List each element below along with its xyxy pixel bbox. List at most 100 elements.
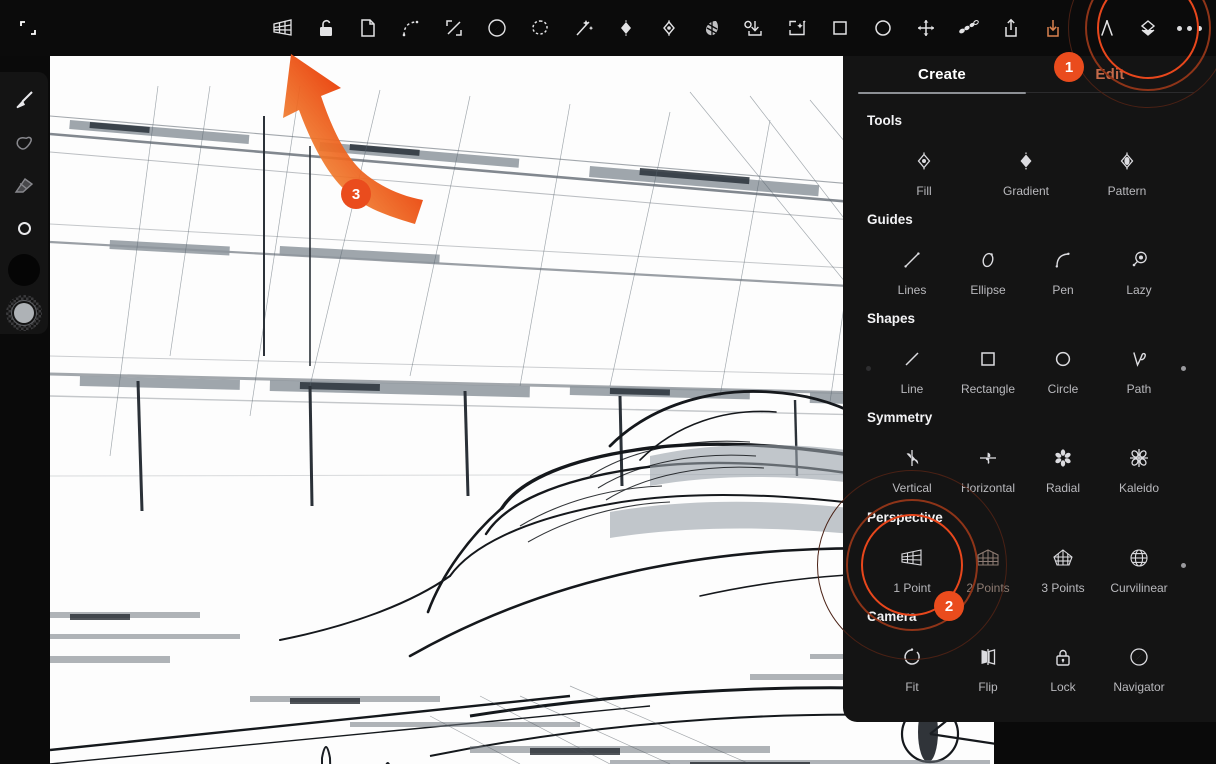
- brush-size[interactable]: [0, 207, 48, 249]
- symmetry-radial-icon: [1025, 443, 1101, 473]
- smudge-tool[interactable]: [0, 122, 48, 164]
- section-title-guides: Guides: [867, 212, 913, 227]
- shape-circle-label: Circle: [1025, 382, 1101, 396]
- camera-navigator-label: Navigator: [1101, 680, 1177, 694]
- camera-flip-icon: [950, 642, 1026, 672]
- curve-icon[interactable]: [391, 8, 431, 48]
- tab-create[interactable]: Create: [858, 66, 1026, 83]
- transform-icon[interactable]: [434, 8, 474, 48]
- camera-flip[interactable]: Flip: [950, 642, 1026, 694]
- unlock-icon[interactable]: [306, 8, 346, 48]
- tab-inactive-underline: [1026, 92, 1194, 93]
- perspective-1point-label: 1 Point: [874, 581, 950, 595]
- perspective-curvilinear[interactable]: Curvilinear: [1101, 543, 1177, 595]
- color-swatch-black[interactable]: [0, 249, 48, 291]
- brush-tool[interactable]: [0, 80, 48, 122]
- tab-edit[interactable]: Edit: [1026, 66, 1194, 83]
- guide-lazy-label: Lazy: [1101, 283, 1177, 297]
- opacity-swatch[interactable]: [0, 292, 48, 334]
- perspective-2points-icon: [950, 543, 1026, 573]
- pen-guide-icon: [1025, 245, 1101, 275]
- camera-fit[interactable]: Fit: [874, 642, 950, 694]
- camera-fit-label: Fit: [874, 680, 950, 694]
- tool-fill-label: Fill: [886, 184, 962, 198]
- section-title-shapes: Shapes: [867, 311, 915, 326]
- section-title-camera: Camera: [867, 609, 917, 624]
- symmetry-icon[interactable]: [948, 8, 988, 48]
- step-badge-1: 1: [1054, 52, 1084, 82]
- fill-icon[interactable]: [649, 8, 689, 48]
- shape-circle[interactable]: Circle: [1025, 344, 1101, 396]
- camera-lock-label: Lock: [1025, 680, 1101, 694]
- eraser-tool[interactable]: [0, 165, 48, 207]
- left-tool-rail: [0, 72, 48, 334]
- camera-navigator[interactable]: Navigator: [1101, 642, 1177, 694]
- collapse-fullscreen-icon[interactable]: [8, 8, 48, 48]
- step-badge-3: 3: [341, 179, 371, 209]
- gradient-icon: [988, 146, 1064, 176]
- shape-rectangle[interactable]: Rectangle: [950, 344, 1026, 396]
- guide-pen[interactable]: Pen: [1025, 245, 1101, 297]
- fill-icon: [886, 146, 962, 176]
- guide-lines[interactable]: Lines: [874, 245, 950, 297]
- perspective-2points[interactable]: 2 Points: [950, 543, 1026, 595]
- tool-gradient-label: Gradient: [988, 184, 1064, 198]
- symmetry-horizontal[interactable]: Horizontal: [950, 443, 1026, 495]
- symmetry-kaleido[interactable]: Kaleido: [1101, 443, 1177, 495]
- app-root: Create Edit Tools Fill: [0, 0, 1216, 764]
- perspective-3points[interactable]: 3 Points: [1025, 543, 1101, 595]
- page-icon[interactable]: [348, 8, 388, 48]
- shape-rectangle-label: Rectangle: [950, 382, 1026, 396]
- camera-lock[interactable]: Lock: [1025, 642, 1101, 694]
- perspective-3points-icon: [1025, 543, 1101, 573]
- tool-pattern-label: Pattern: [1089, 184, 1165, 198]
- perspective-3points-label: 3 Points: [1025, 581, 1101, 595]
- tool-gradient[interactable]: Gradient: [988, 146, 1064, 198]
- ruler-icon[interactable]: [1087, 8, 1127, 48]
- tool-fill[interactable]: Fill: [886, 146, 962, 198]
- compass-icon[interactable]: [477, 8, 517, 48]
- circle-icon[interactable]: [863, 8, 903, 48]
- perspective-grid-icon[interactable]: [263, 8, 303, 48]
- gradient-icon[interactable]: [606, 8, 646, 48]
- symmetry-radial-label: Radial: [1025, 481, 1101, 495]
- shape-path-label: Path: [1101, 382, 1177, 396]
- lasso-select-icon[interactable]: [520, 8, 560, 48]
- camera-flip-label: Flip: [950, 680, 1026, 694]
- section-title-perspective: Perspective: [867, 510, 943, 525]
- rectangle-icon[interactable]: [820, 8, 860, 48]
- shape-path[interactable]: Path: [1101, 344, 1177, 396]
- share-icon[interactable]: [991, 8, 1031, 48]
- lazy-guide-icon: [1101, 245, 1177, 275]
- section-title-tools: Tools: [867, 113, 902, 128]
- symmetry-kaleido-icon: [1101, 443, 1177, 473]
- move-icon[interactable]: [906, 8, 946, 48]
- pattern-icon[interactable]: [692, 8, 732, 48]
- symmetry-vertical[interactable]: Vertical: [874, 443, 950, 495]
- magic-wand-icon[interactable]: [563, 8, 603, 48]
- perspective-1point-icon: [874, 543, 950, 573]
- line-shape-icon: [874, 344, 950, 374]
- perspective-1point[interactable]: 1 Point: [874, 543, 950, 595]
- import-icon[interactable]: [1033, 8, 1073, 48]
- more-icon[interactable]: [1169, 8, 1209, 48]
- perspective-curvilinear-label: Curvilinear: [1101, 581, 1177, 595]
- path-shape-icon: [1101, 344, 1177, 374]
- guide-ellipse[interactable]: Ellipse: [950, 245, 1026, 297]
- step-badge-2: 2: [934, 591, 964, 621]
- line-guide-icon: [874, 245, 950, 275]
- effects-icon[interactable]: [777, 8, 817, 48]
- drop-fill-icon[interactable]: [735, 8, 775, 48]
- layers-icon[interactable]: [1128, 8, 1168, 48]
- camera-navigator-icon: [1101, 642, 1177, 672]
- shape-line-label: Line: [874, 382, 950, 396]
- perspective-curvilinear-icon: [1101, 543, 1177, 573]
- symmetry-radial[interactable]: Radial: [1025, 443, 1101, 495]
- top-toolbar: [0, 0, 1216, 56]
- guide-lines-label: Lines: [874, 283, 950, 297]
- shape-line[interactable]: Line: [874, 344, 950, 396]
- guide-lazy[interactable]: Lazy: [1101, 245, 1177, 297]
- symmetry-horizontal-icon: [950, 443, 1026, 473]
- guide-pen-label: Pen: [1025, 283, 1101, 297]
- tool-pattern[interactable]: Pattern: [1089, 146, 1165, 198]
